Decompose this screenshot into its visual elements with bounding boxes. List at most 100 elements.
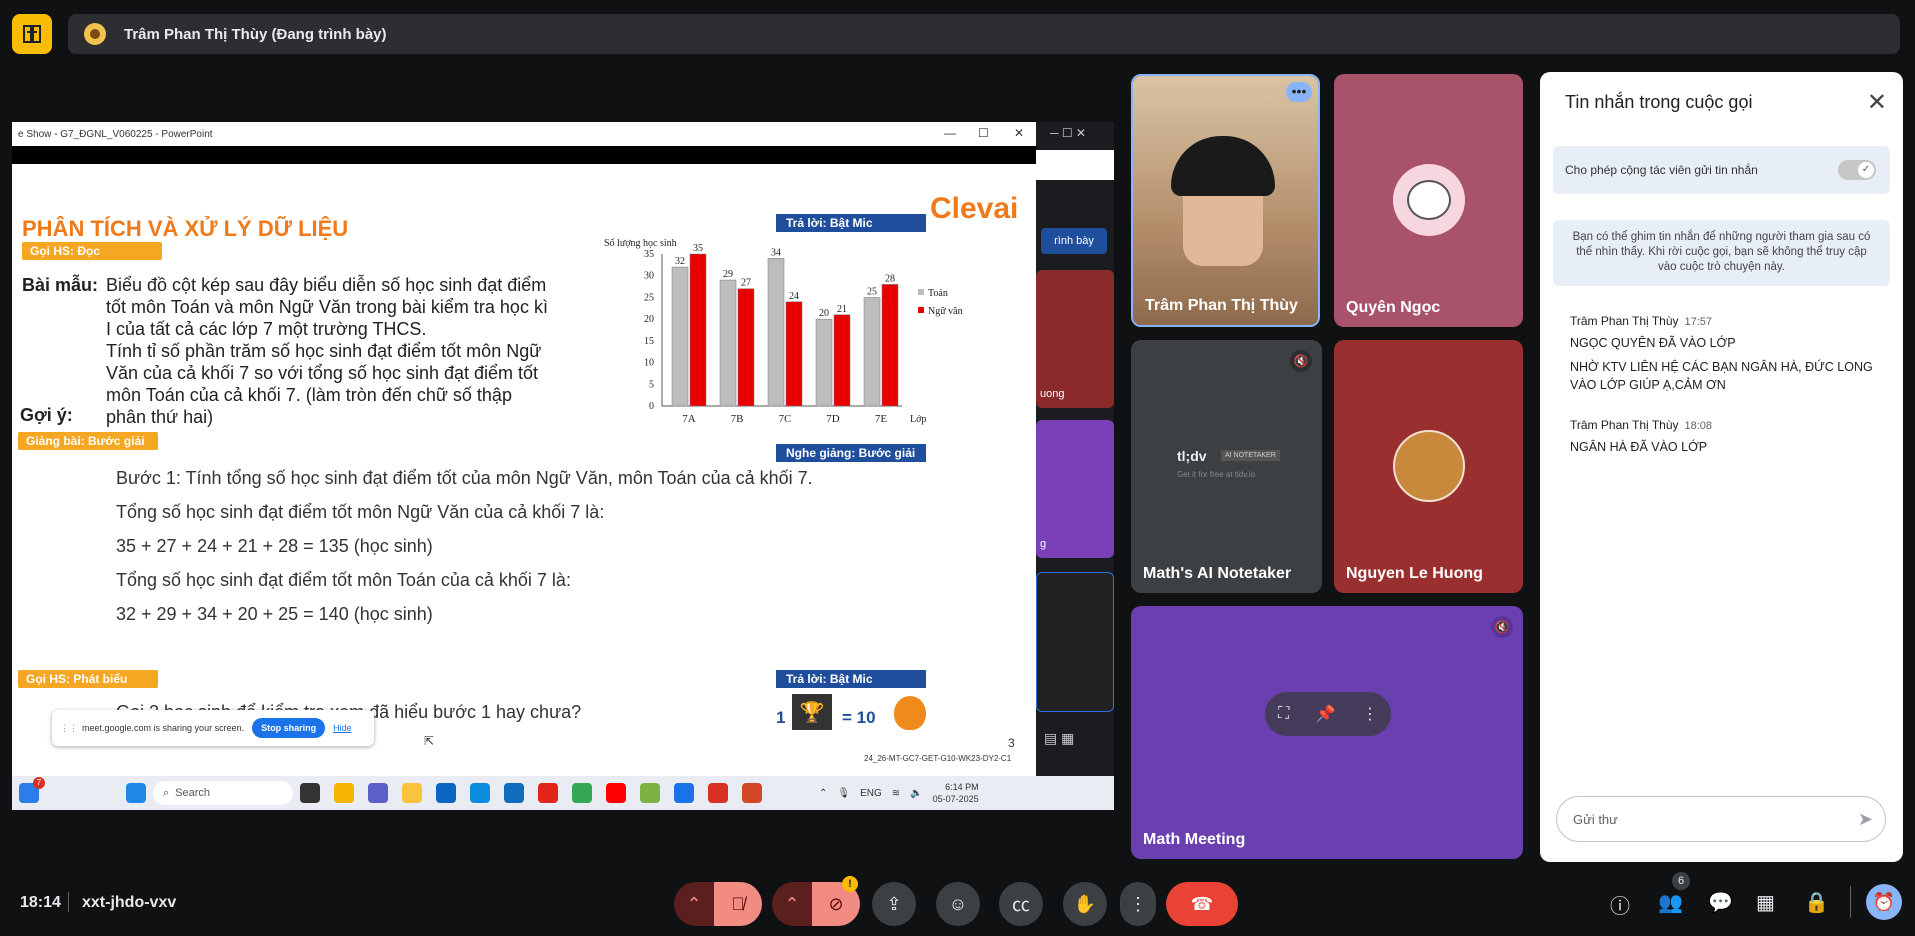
tile-quyen[interactable]: Quyên Ngọc [1334,74,1523,327]
lang-indicator[interactable]: ENG [860,788,882,799]
mic-off-icon: 🔇 [1491,616,1513,638]
chat-panel: Tin nhắn trong cuộc gọi ✕ Cho phép cộng … [1540,72,1903,862]
more-vert-icon[interactable]: ⋮ [1362,704,1378,724]
y-tick-label: 15 [644,336,654,347]
bar-7A-toan [671,266,689,407]
x-tick-label: 7C [779,413,792,425]
message-2-line-1: NGÂN HÀ ĐÃ VÀO LỚP [1570,440,1708,454]
widgets-icon[interactable]: 7 [19,777,45,803]
tile-notetaker[interactable]: 🔇 tl;dv AI NOTETAKER Get it for free at … [1131,340,1322,593]
hide-link[interactable]: Hide [333,723,352,733]
allow-messages-toggle[interactable] [1838,160,1876,180]
bar-value-label: 25 [867,286,877,297]
problem-line-2: tốt môn Toán và môn Ngữ Văn trong bài ki… [106,297,548,317]
avatar-nguyen [1393,430,1465,502]
chevron-up-icon[interactable]: ⌃ [819,788,827,799]
close-icon[interactable]: ✕ [1014,126,1024,140]
warning-badge-icon: ! [842,876,858,892]
tile-nguyen[interactable]: Nguyen Le Huong [1334,340,1523,593]
host-controls-icon[interactable]: 🔒 [1804,890,1829,915]
chat-icon[interactable]: 💬 [1708,890,1733,915]
slide-top-border [12,146,1036,164]
presenter-avatar-icon [84,23,106,45]
mic-icon[interactable]: 🎙 [837,788,850,799]
y-tick-label: 20 [644,314,654,325]
video-options-chevron-icon[interactable]: ⌃ [772,882,812,926]
more-options-button[interactable]: ⋮ [1120,882,1156,926]
task-view-icon[interactable] [300,783,320,803]
legend-swatch [918,307,924,313]
strip-tile-2-label: g [1040,538,1047,550]
info-icon[interactable]: ⓘ [1610,890,1630,919]
stop-sharing-button[interactable]: Stop sharing [252,718,326,738]
raise-hand-button[interactable]: ✋ [1063,882,1107,926]
edge-icon[interactable] [470,783,490,803]
close-icon[interactable]: ✕ [1867,88,1887,117]
tile-tram[interactable]: ••• Trâm Phan Thị Thùy [1131,74,1320,327]
bar-7B-ngu-van [737,288,755,407]
tag-listen: Nghe giảng: Bước giải [776,444,926,462]
taskbar-clock[interactable]: 6:14 PM 05-07-2025 [933,781,979,805]
y-tick-label: 10 [644,358,654,369]
teams-icon[interactable] [368,783,388,803]
mic-off-button[interactable]: 🎙̸ [714,882,762,926]
strip-controls: ─ ☐ ✕ [1050,126,1086,140]
taskbar-search[interactable]: ⌕ Search [153,781,293,805]
strip-tile-2: g [1036,420,1114,558]
legend-label: Ngữ văn [928,306,963,317]
maximize-icon[interactable]: ☐ [978,126,989,140]
minimize-icon[interactable]: — [944,126,956,140]
zoom-icon[interactable] [674,783,694,803]
bar-7E-ngu-van [881,284,899,407]
opera-icon[interactable] [538,783,558,803]
people-icon[interactable]: 👥 [1658,890,1683,915]
chat-input[interactable]: Gửi thư ➤ [1556,796,1886,842]
tile-notetaker-name: Math's AI Notetaker [1143,565,1292,582]
message-2-author-name: Trâm Phan Thị Thùy [1570,418,1679,432]
send-icon[interactable]: ➤ [1858,809,1873,830]
app-icon-3[interactable] [640,783,660,803]
outlook-icon[interactable] [504,783,524,803]
emoji-button[interactable]: ☺ [936,882,980,926]
chrome-icon[interactable] [572,783,592,803]
present-screen-button[interactable]: ⇪ [872,882,916,926]
message-1-author-name: Trâm Phan Thị Thùy [1570,314,1679,328]
activities-icon[interactable]: ▦ [1756,890,1775,915]
audio-options-chevron-icon[interactable]: ⌃ [674,882,714,926]
more-options-icon[interactable]: ••• [1286,82,1312,102]
hint-label: Gợi ý: [20,405,73,425]
start-icon[interactable] [126,783,146,803]
tag-speak: Gọi HS: Phát biểu [18,670,158,688]
presentation-icon[interactable] [12,14,52,54]
bar-7A-ngu-van [689,253,707,407]
problem-line-4: Tính tỉ số phần trăm số học sinh đạt điể… [106,341,542,361]
chat-title: Tin nhắn trong cuộc gọi [1565,92,1753,112]
volume-icon[interactable]: 🔈 [910,788,922,799]
tldv-badge: AI NOTETAKER [1221,450,1280,461]
bar-value-label: 24 [789,291,799,302]
drag-handle-icon[interactable]: ⋮⋮ [60,723,78,734]
acorn-icon [894,696,926,730]
frame-icon[interactable]: ⛶ [1278,705,1289,723]
tag-answer-top: Trả lời: Bật Mic [776,214,926,232]
wifi-icon[interactable]: ≋ [892,788,900,799]
x-axis-label: Lớp [910,414,926,425]
app-icon-4[interactable] [708,783,728,803]
message-1-line-1: NGỌC QUYÊN ĐÃ VÀO LỚP [1570,336,1736,350]
bar-value-label: 20 [819,308,829,319]
reward-count: 1 [776,708,786,727]
file-explorer-icon[interactable] [402,783,422,803]
timer-icon[interactable]: ⏰ [1866,884,1902,920]
pin-icon[interactable]: 📌 [1316,704,1336,724]
app-icon-2[interactable] [436,783,456,803]
strip-tile-1: uong [1036,270,1114,408]
captions-button[interactable]: ㏄ [999,882,1043,926]
strip-tile-1-label: uong [1040,388,1065,400]
tile-math-meeting[interactable]: 🔇 ⛶ 📌 ⋮ Math Meeting [1131,606,1523,859]
app-icon-1[interactable] [334,783,354,803]
slide-page-number: 3 [1008,736,1015,750]
leave-call-button[interactable]: ☎ [1166,882,1238,926]
powerpoint-icon[interactable] [742,783,762,803]
youtube-icon[interactable] [606,783,626,803]
step-4: Tổng số học sinh đạt điểm tốt môn Toán c… [116,570,571,590]
